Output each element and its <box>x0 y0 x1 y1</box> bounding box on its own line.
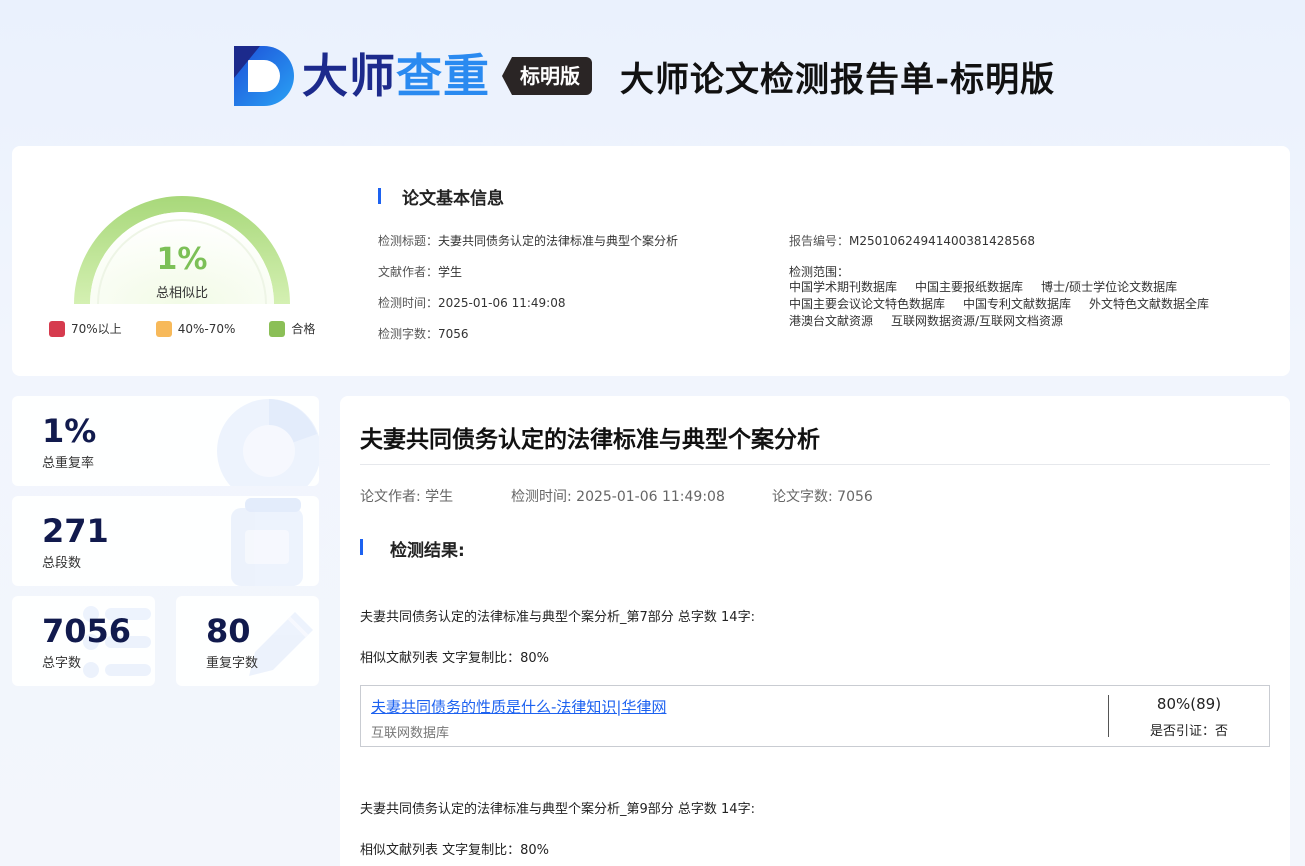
scope-list: 中国学术期刊数据库 中国主要报纸数据库 博士/硕士学位论文数据库 中国主要会议论文特… <box>789 279 1227 330</box>
info-row-chars: 检测字数：7056 <box>378 325 678 356</box>
basic-info-left: 检测标题：夫妻共同债务认定的法律标准与典型个案分析 文献作者：学生 检测时间：2… <box>378 232 678 356</box>
stat-total-chars: 7056 总字数 <box>12 596 155 686</box>
logo-text-part2: 查重 <box>396 49 490 103</box>
info-key: 检测时间： <box>378 296 439 310</box>
scope-line: 中国学术期刊数据库 中国主要报纸数据库 博士/硕士学位论文数据库 <box>789 279 1227 296</box>
stat-value: 80 <box>206 612 251 650</box>
report-number-value: M25010624941400381428568 <box>849 234 1035 248</box>
similarity-label: 总相似比 <box>155 286 208 301</box>
scope-item: 外文特色文献数据全库 <box>1089 297 1210 311</box>
logo: 大师查重 标明版 <box>234 46 592 106</box>
info-value: 2025-01-06 11:49:08 <box>438 296 566 310</box>
report-number-label: 报告编号： <box>789 234 850 248</box>
legend-item-medium: 40%-70% <box>155 320 236 337</box>
logo-text-part1: 大师 <box>302 49 396 103</box>
legend-label: 合格 <box>291 322 316 336</box>
stat-value: 271 <box>42 512 109 550</box>
stat-label: 重复字数 <box>206 656 259 671</box>
legend-label: 70%以上 <box>71 322 122 336</box>
scope-label: 检测范围： <box>789 265 850 279</box>
logo-text: 大师查重 <box>302 46 490 106</box>
info-value: 夫妻共同债务认定的法律标准与典型个案分析 <box>438 234 679 248</box>
pie-chart-icon <box>217 399 319 486</box>
match-source: 互联网数据库 <box>371 726 450 741</box>
meta-chars: 论文字数: 7056 <box>772 489 873 505</box>
divider <box>360 464 1270 465</box>
document-icon <box>231 498 303 586</box>
info-key: 检测字数： <box>378 327 439 341</box>
summary-card: 1% 总相似比 70%以上 40%-70% 合格 论文基本信息 检测标题：夫妻共… <box>12 146 1290 376</box>
legend-swatch-red <box>49 320 65 337</box>
match-percent: 80%(89) <box>1156 695 1222 713</box>
meta-author: 论文作者: 学生 <box>360 489 454 505</box>
stat-label: 总字数 <box>42 656 82 671</box>
edition-badge: 标明版 <box>502 57 592 95</box>
info-row-title: 检测标题：夫妻共同债务认定的法律标准与典型个案分析 <box>378 232 678 263</box>
legend-label: 40%-70% <box>177 321 236 336</box>
legend-item-pass: 合格 <box>269 320 315 337</box>
match-link[interactable]: 夫妻共同债务的性质是什么-法律知识|华律网 <box>371 696 666 717</box>
scope-item: 港澳台文献资源 <box>789 314 874 328</box>
stat-overall-rate: 1% 总重复率 <box>12 396 319 486</box>
report-number: 报告编号：M25010624941400381428568 <box>789 232 1035 249</box>
report-title: 大师论文检测报告单-标明版 <box>620 60 1056 100</box>
scope-line: 中国主要会议论文特色数据库 中国专利文献数据库 外文特色文献数据全库 <box>789 296 1227 313</box>
legend-swatch-orange <box>155 320 172 337</box>
info-row-author: 文献作者：学生 <box>378 263 678 294</box>
section-heading: 夫妻共同债务认定的法律标准与典型个案分析_第9部分 总字数 14字: <box>360 802 755 817</box>
scope-item: 中国专利文献数据库 <box>963 297 1072 311</box>
similarity-value: 1% <box>156 242 208 277</box>
stat-paragraphs: 271 总段数 <box>12 496 319 586</box>
report-header: 大师查重 标明版 大师论文检测报告单-标明版 <box>0 0 1305 146</box>
logo-mark-icon <box>234 46 294 106</box>
info-key: 文献作者： <box>378 265 439 279</box>
stat-label: 总重复率 <box>42 456 95 471</box>
scope-line: 港澳台文献资源 互联网数据资源/互联网文档资源 <box>789 313 1227 330</box>
document-title: 夫妻共同债务认定的法律标准与典型个案分析 <box>360 427 820 453</box>
scope-item: 博士/硕士学位论文数据库 <box>1041 280 1178 294</box>
legend-item-high: 70%以上 <box>49 320 122 337</box>
stat-dup-chars: 80 重复字数 <box>176 596 319 686</box>
scope-item: 互联网数据资源/互联网文档资源 <box>891 314 1064 328</box>
info-value: 7056 <box>438 327 469 341</box>
stat-value: 1% <box>42 412 97 450</box>
stat-label: 总段数 <box>42 556 82 571</box>
info-row-time: 检测时间：2025-01-06 11:49:08 <box>378 294 678 325</box>
similar-list-label: 相似文献列表 文字复制比：80% <box>360 651 550 666</box>
info-value: 学生 <box>438 265 463 279</box>
meta-time: 检测时间: 2025-01-06 11:49:08 <box>511 489 725 505</box>
gauge-legend: 70%以上 40%-70% 合格 <box>49 320 315 337</box>
basic-info-title: 论文基本信息 <box>378 184 504 209</box>
section-heading: 夫妻共同债务认定的法律标准与典型个案分析_第7部分 总字数 14字: <box>360 610 755 625</box>
result-title: 检测结果: <box>360 536 465 561</box>
report-body: 夫妻共同债务认定的法律标准与典型个案分析 论文作者: 学生 检测时间: 2025… <box>340 396 1290 866</box>
scope-item: 中国学术期刊数据库 <box>789 280 898 294</box>
scope-item: 中国主要会议论文特色数据库 <box>789 297 946 311</box>
legend-swatch-green <box>269 320 286 337</box>
scope-item: 中国主要报纸数据库 <box>915 280 1024 294</box>
match-item: 夫妻共同债务的性质是什么-法律知识|华律网 互联网数据库 80%(89) 是否引… <box>360 685 1270 747</box>
info-key: 检测标题： <box>378 234 439 248</box>
match-cited: 是否引证：否 <box>1149 724 1228 739</box>
similar-list-label: 相似文献列表 文字复制比：80% <box>360 843 550 858</box>
stat-value: 7056 <box>42 612 132 650</box>
